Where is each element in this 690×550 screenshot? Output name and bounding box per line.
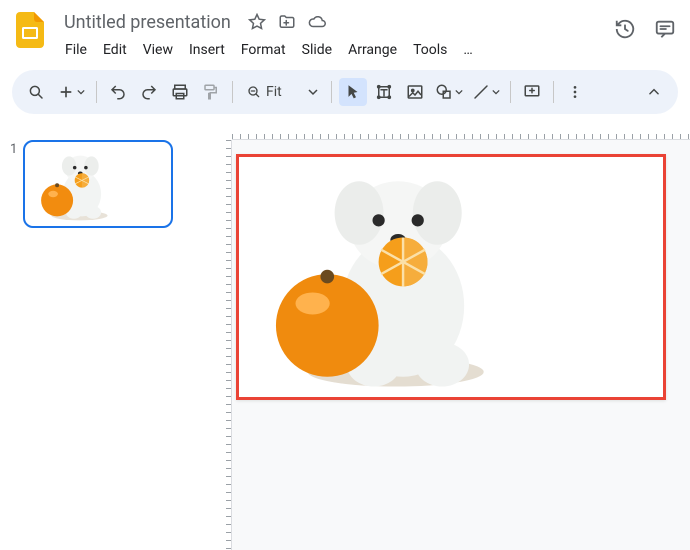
menu-view[interactable]: View	[136, 38, 180, 62]
menu-slide[interactable]: Slide	[295, 38, 339, 62]
paint-format-button[interactable]	[197, 78, 225, 106]
separator	[331, 81, 332, 103]
move-folder-icon[interactable]	[277, 12, 297, 32]
separator	[553, 81, 554, 103]
zoom-label: Fit	[266, 84, 290, 100]
undo-button[interactable]	[104, 78, 132, 106]
menu-tools[interactable]: Tools	[406, 38, 454, 62]
menu-arrange[interactable]: Arrange	[341, 38, 404, 62]
separator	[96, 81, 97, 103]
document-title[interactable]: Untitled presentation	[58, 10, 237, 35]
cloud-status-icon[interactable]	[307, 12, 327, 32]
collapse-toolbar-button[interactable]	[640, 78, 668, 106]
menu-insert[interactable]: Insert	[182, 38, 232, 62]
separator	[232, 81, 233, 103]
selected-image-frame[interactable]	[236, 154, 666, 400]
more-tools-button[interactable]	[561, 78, 589, 106]
slides-logo[interactable]	[12, 12, 48, 48]
menu-file[interactable]: File	[58, 38, 94, 62]
menu-bar: File Edit View Insert Format Slide Arran…	[58, 38, 602, 62]
menu-edit[interactable]: Edit	[96, 38, 134, 62]
separator	[510, 81, 511, 103]
vertical-ruler[interactable]	[210, 140, 232, 550]
horizontal-ruler[interactable]	[232, 122, 690, 140]
slide-content-image	[261, 169, 506, 389]
redo-button[interactable]	[135, 78, 163, 106]
slide-thumbnail[interactable]	[23, 140, 173, 228]
insert-shape-button[interactable]	[432, 78, 466, 106]
toolbar: Fit	[12, 70, 678, 114]
comments-icon[interactable]	[652, 16, 678, 42]
version-history-icon[interactable]	[612, 16, 638, 42]
slide-canvas[interactable]	[232, 140, 690, 550]
menu-format[interactable]: Format	[234, 38, 293, 62]
thumbnail-image	[33, 150, 118, 222]
search-menus-button[interactable]	[22, 78, 50, 106]
print-button[interactable]	[166, 78, 194, 106]
canvas-area	[210, 122, 690, 550]
filmstrip[interactable]: 1	[0, 122, 210, 550]
menu-more[interactable]: …	[456, 38, 479, 62]
select-tool-button[interactable]	[339, 78, 367, 106]
new-slide-button[interactable]	[53, 78, 89, 106]
zoom-control[interactable]: Fit	[240, 84, 324, 100]
slide-number: 1	[10, 142, 17, 532]
insert-image-button[interactable]	[401, 78, 429, 106]
insert-line-button[interactable]	[469, 78, 503, 106]
star-icon[interactable]	[247, 12, 267, 32]
textbox-button[interactable]	[370, 78, 398, 106]
insert-comment-button[interactable]	[518, 78, 546, 106]
